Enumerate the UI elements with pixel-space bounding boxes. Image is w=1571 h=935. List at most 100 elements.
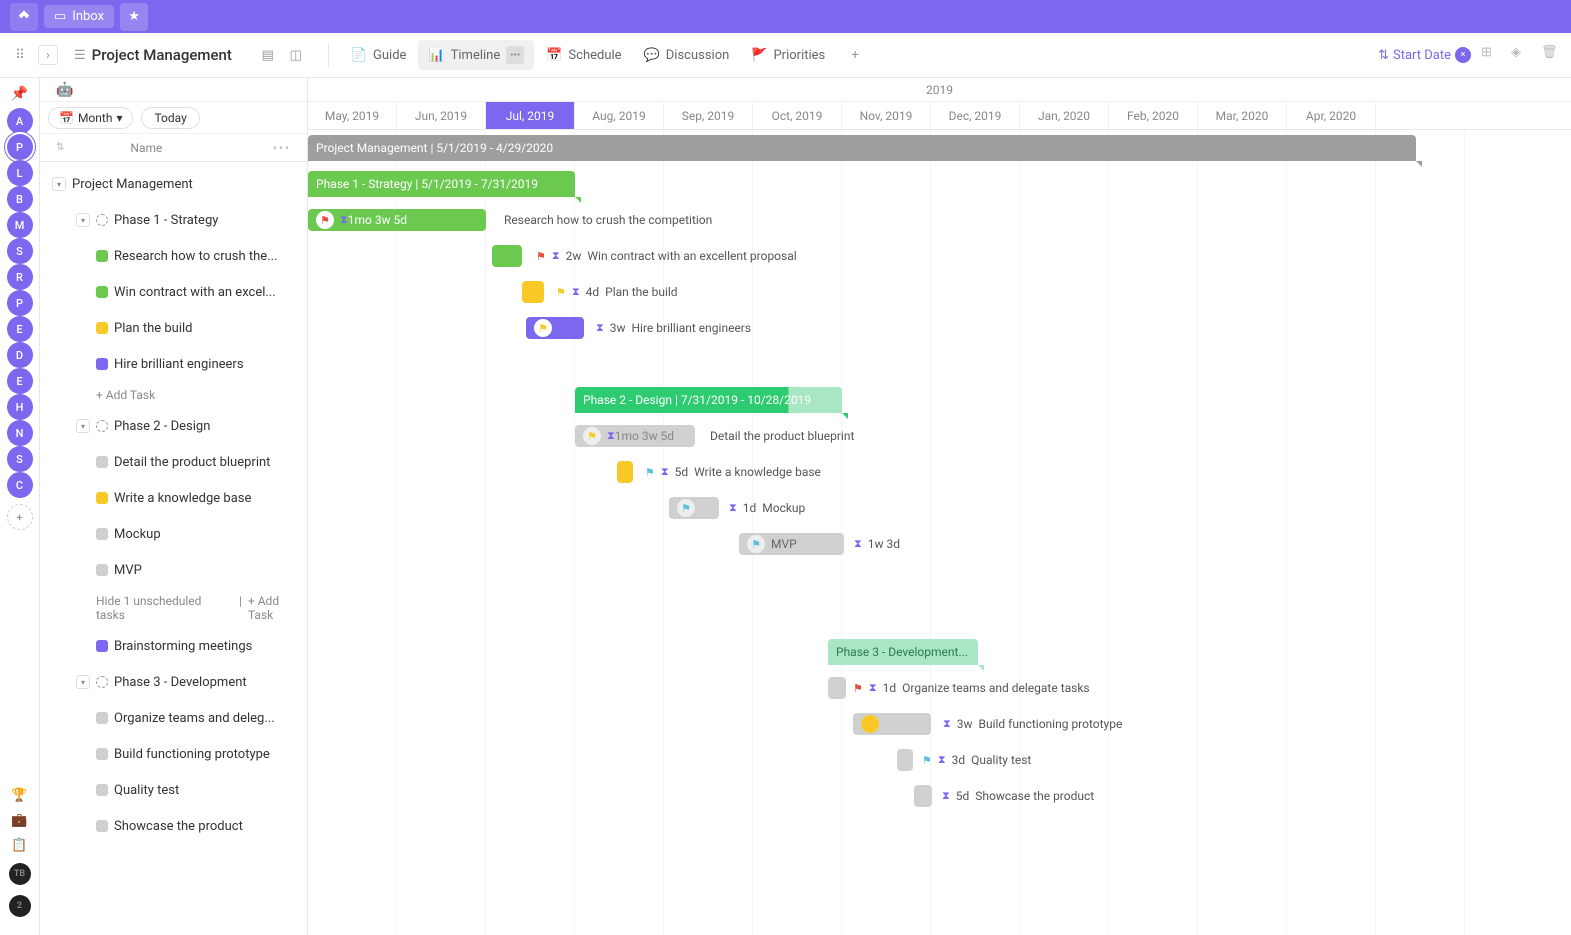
scale-selector[interactable]: 📅 Month ▾ <box>48 107 133 129</box>
view-list-icon[interactable]: ▤ <box>256 43 280 67</box>
layers-icon[interactable]: ◈ <box>1511 45 1531 65</box>
task-bar-organize[interactable] <box>828 677 846 699</box>
task-bar-mockup[interactable]: ⚑ <box>669 497 719 519</box>
task-bar-detail[interactable]: ⚑⧗ 1mo 3w 5d <box>575 425 695 447</box>
gantt-chart[interactable]: Project Management | 5/1/2019 - 4/29/202… <box>308 130 1571 935</box>
view-board-icon[interactable]: ◫ <box>284 43 308 67</box>
phase1-bar[interactable]: Phase 1 - Strategy | 5/1/2019 - 7/31/201… <box>308 171 575 197</box>
add-view-button[interactable]: + <box>843 43 867 67</box>
task-row[interactable]: Write a knowledge base <box>40 480 307 516</box>
status-square[interactable] <box>96 564 108 576</box>
avatar[interactable]: R <box>7 264 33 290</box>
status-square[interactable] <box>96 322 108 334</box>
status-square[interactable] <box>96 820 108 832</box>
avatar[interactable]: M <box>7 212 33 238</box>
month-cell[interactable]: Aug, 2019 <box>575 102 664 129</box>
avatar[interactable]: E <box>7 316 33 342</box>
task-bar-show[interactable] <box>914 785 932 807</box>
avatar[interactable]: H <box>7 394 33 420</box>
app-logo[interactable] <box>10 3 38 31</box>
avatar[interactable]: S <box>7 446 33 472</box>
star-button[interactable]: ★ <box>120 3 148 31</box>
task-row[interactable]: Showcase the product <box>40 808 307 844</box>
add-task-button[interactable]: + Add Task <box>40 382 307 408</box>
list-root[interactable]: ▾Project Management <box>40 166 307 202</box>
month-cell[interactable]: Jun, 2019 <box>397 102 486 129</box>
avatar[interactable]: P <box>7 290 33 316</box>
tab-guide[interactable]: 📄Guide <box>341 42 417 69</box>
month-cell[interactable]: Jul, 2019 <box>486 102 575 129</box>
status-square[interactable] <box>96 784 108 796</box>
task-bar-research[interactable]: ⚑⧗ 1mo 3w 5d <box>308 209 486 231</box>
more-icon[interactable]: ••• <box>273 141 291 155</box>
month-cell[interactable]: Mar, 2020 <box>1198 102 1287 129</box>
task-bar-mvp[interactable]: ⚑MVP <box>739 533 844 555</box>
task-bar-win[interactable] <box>492 245 522 267</box>
add-task-button[interactable]: + Add Task <box>248 594 307 622</box>
caret-icon[interactable]: ▾ <box>76 213 90 227</box>
avatar[interactable]: S <box>7 238 33 264</box>
month-cell[interactable]: Sep, 2019 <box>664 102 753 129</box>
phase3-bar[interactable]: Phase 3 - Development... <box>828 639 978 665</box>
status-square[interactable] <box>96 748 108 760</box>
task-bar-qa[interactable] <box>897 749 913 771</box>
phase-row[interactable]: ▾Phase 2 - Design <box>40 408 307 444</box>
count-badge[interactable]: 2 <box>9 895 31 917</box>
status-square[interactable] <box>96 250 108 262</box>
pin-icon[interactable]: 📌 <box>11 86 28 102</box>
hide-tasks-link[interactable]: Hide 1 unscheduled tasks <box>96 594 233 622</box>
avatar[interactable]: A <box>7 108 33 134</box>
month-cell[interactable]: May, 2019 <box>308 102 397 129</box>
grip-icon[interactable]: ⠿ <box>10 45 30 65</box>
avatar[interactable]: P <box>7 134 33 160</box>
task-row[interactable]: Plan the build <box>40 310 307 346</box>
task-bar-proto[interactable]: ⚑ <box>853 713 931 735</box>
avatar[interactable]: N <box>7 420 33 446</box>
chevron-right-icon[interactable]: › <box>38 45 58 65</box>
tab-priorities[interactable]: 🚩Priorities <box>741 42 835 69</box>
sort-icon[interactable]: ⇅ <box>56 142 64 153</box>
caret-icon[interactable]: ▾ <box>76 675 90 689</box>
phase-row[interactable]: ▾Phase 1 - Strategy <box>40 202 307 238</box>
more-icon[interactable]: ••• <box>506 46 524 64</box>
tab-schedule[interactable]: 📅Schedule <box>536 42 631 69</box>
task-row[interactable]: Organize teams and deleg... <box>40 700 307 736</box>
avatar[interactable]: E <box>7 368 33 394</box>
trophy-icon[interactable]: 🏆 <box>11 788 27 803</box>
month-cell[interactable]: Jan, 2020 <box>1020 102 1109 129</box>
task-row[interactable]: Research how to crush the... <box>40 238 307 274</box>
breadcrumb[interactable]: ☰ Project Management <box>66 46 240 64</box>
task-row[interactable]: Quality test <box>40 772 307 808</box>
status-square[interactable] <box>96 712 108 724</box>
status-square[interactable] <box>96 358 108 370</box>
month-cell[interactable]: Apr, 2020 <box>1287 102 1376 129</box>
phase2-bar[interactable]: Phase 2 - Design | 7/31/2019 - 10/28/201… <box>575 387 842 413</box>
task-row[interactable]: Mockup <box>40 516 307 552</box>
month-cell[interactable]: Feb, 2020 <box>1109 102 1198 129</box>
user-badge[interactable]: TB <box>9 863 31 885</box>
tab-timeline[interactable]: 📊Timeline••• <box>418 40 534 70</box>
status-square[interactable] <box>96 640 108 652</box>
avatar[interactable]: B <box>7 186 33 212</box>
task-row[interactable]: Build functioning prototype <box>40 736 307 772</box>
caret-icon[interactable]: ▾ <box>76 419 90 433</box>
today-button[interactable]: Today <box>141 107 199 129</box>
avatar[interactable]: L <box>7 160 33 186</box>
clipboard-icon[interactable]: 📋 <box>11 838 27 853</box>
avatar[interactable]: C <box>7 472 33 498</box>
task-row[interactable]: Hire brilliant engineers <box>40 346 307 382</box>
month-cell[interactable]: Nov, 2019 <box>842 102 931 129</box>
clear-icon[interactable]: × <box>1455 47 1471 63</box>
status-square[interactable] <box>96 456 108 468</box>
caret-icon[interactable]: ▾ <box>52 177 66 191</box>
phase-row[interactable]: ▾Phase 3 - Development <box>40 664 307 700</box>
task-bar-kb[interactable] <box>617 461 633 483</box>
add-member-button[interactable]: + <box>7 504 33 530</box>
avatar[interactable]: D <box>7 342 33 368</box>
task-row[interactable]: MVP <box>40 552 307 588</box>
task-bar-hire[interactable]: ⚑ <box>526 317 584 339</box>
tab-discussion[interactable]: 💬Discussion <box>634 42 740 69</box>
task-row[interactable]: Brainstorming meetings <box>40 628 307 664</box>
task-bar-plan[interactable] <box>522 281 544 303</box>
task-row[interactable]: Detail the product blueprint <box>40 444 307 480</box>
